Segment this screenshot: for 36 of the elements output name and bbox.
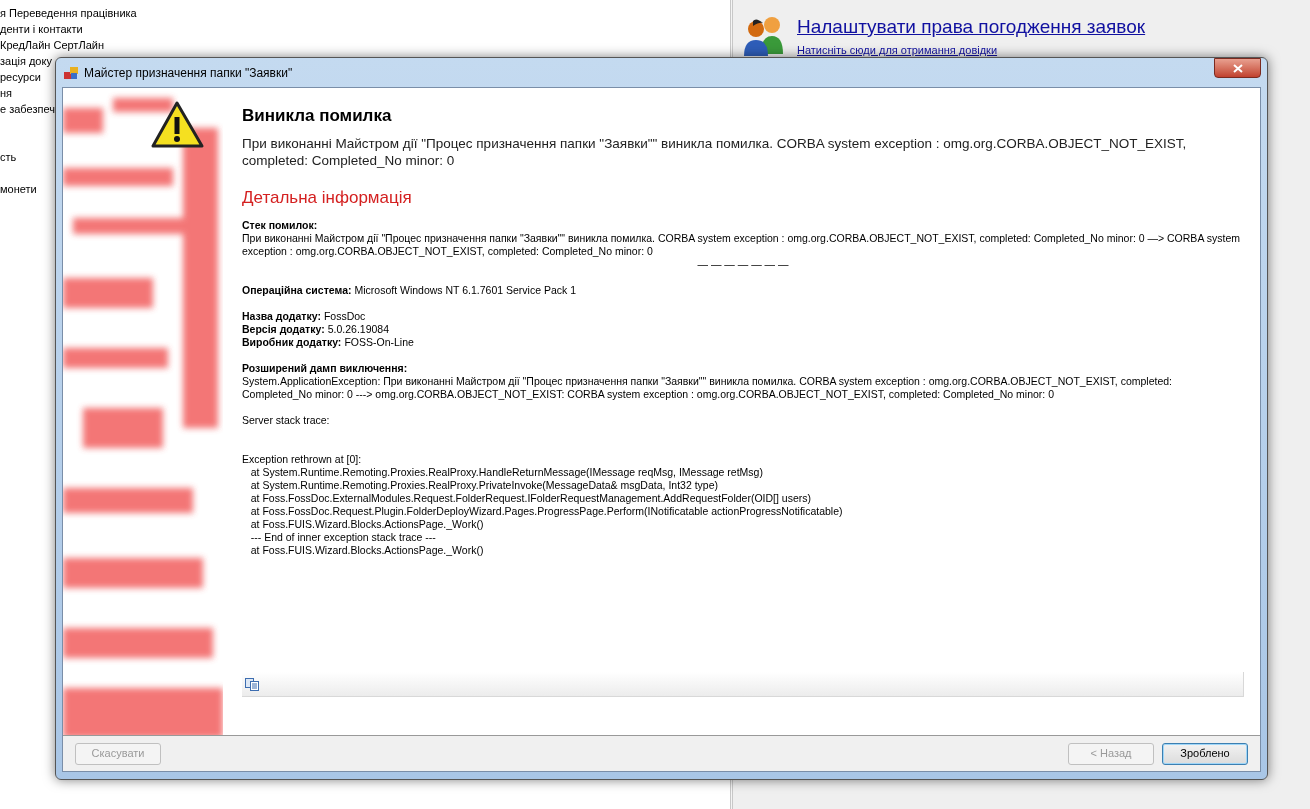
trace-line: at Foss.FossDoc.Request.Plugin.FolderDeployWizard.Pages.ProgressPage.Perform(INotificatable actionProgressNotificatable) [249,505,843,518]
detail-value: FossDoc [323,310,366,323]
detail-text: При виконанні Майстром дії "Процес призначення папки "Заявки"" виникла помилка. CORBA system exception : omg.org.CORBA.OBJECT_NOT_EXIST, completed: Completed_No minor: 0 —> CORBA system exception : omg.org.CORBA.OBJECT_NOT_EXIST, completed: Completed_No minor: 0 [242,232,1241,258]
detail-text: System.ApplicationException: При виконанні Майстром дії "Процес призначення папки "Заявки"" виникла помилка. CORBA system exception : omg.org.CORBA.OBJECT_NOT_EXIST, completed: Completed_No minor: 0 ---> omg.org.CORBA.OBJECT_NOT_EXIST: CORBA system exception : omg.org.CORBA.OBJECT_NOT_EXIST, completed: Completed_No minor: 0 [242,375,1173,401]
details-heading: Детальна інформація [242,187,413,209]
trace-line: at Foss.FUIS.Wizard.Blocks.ActionsPage._Work() [249,544,484,557]
detail-label: Розширений дамп виключення: [242,362,409,375]
help-link[interactable]: Натисніть сюди для отримання довідки [797,44,1146,57]
error-heading: Виникла помилка [242,105,393,127]
trace-line: --- End of inner exception stack trace --- [249,531,436,544]
trace-line: at System.Runtime.Remoting.Proxies.RealProxy.HandleReturnMessage(IMessage reqMsg, IMessage retMsg) [249,466,763,479]
detail-value: 5.0.26.19084 [327,323,389,336]
menu-item[interactable]: я Переведення працівника [0,5,730,21]
help-link[interactable]: Налаштувати права погодження заявок [797,14,1146,40]
trace-line: Server stack trace: [242,414,330,427]
detail-value: FOSS-On-Line [344,336,414,349]
close-icon [1232,63,1243,73]
close-button[interactable] [1214,58,1261,78]
dialog-button[interactable]: Зроблено [1162,742,1248,765]
detail-label: Операційна система: [242,284,352,297]
trace-line: at System.Runtime.Remoting.Proxies.RealProxy.PrivateInvoke(MessageData& msgData, Int32 type) [249,479,718,492]
copy-icon[interactable] [245,677,259,691]
trace-line: at Foss.FossDoc.ExternalModules.Request.FolderRequest.IFolderRequestManagement.AddRequestFolder(OID[] users) [249,492,811,505]
detail-label: Назва додатку: [242,310,321,323]
detail-label: Виробник додатку: [242,336,342,349]
menu-item[interactable]: денти і контакти [0,21,730,37]
window-icon [64,66,78,79]
error-message: При виконанні Майстром дії "Процес призначення папки "Заявки"" виникла помилка. CORBA system exception : omg.org.CORBA.OBJECT_NOT_EXIST, completed: Completed_No minor: 0 [242,135,1188,169]
detail-label: Версія додатку: [242,323,325,336]
trace-line: Exception rethrown at [0]: [242,453,362,466]
detail-value: Microsoft Windows NT 6.1.7601 Service Pack 1 [354,284,577,297]
menu-item[interactable]: КредЛайн СертЛайн [0,37,730,53]
separator-line: — — — — — — — [697,258,789,271]
detail-label: Стек помилок: [242,219,319,232]
window-title: Майстер призначення папки "Заявки" [84,64,293,82]
trace-line: at Foss.FUIS.Wizard.Blocks.ActionsPage._Work() [249,518,484,531]
